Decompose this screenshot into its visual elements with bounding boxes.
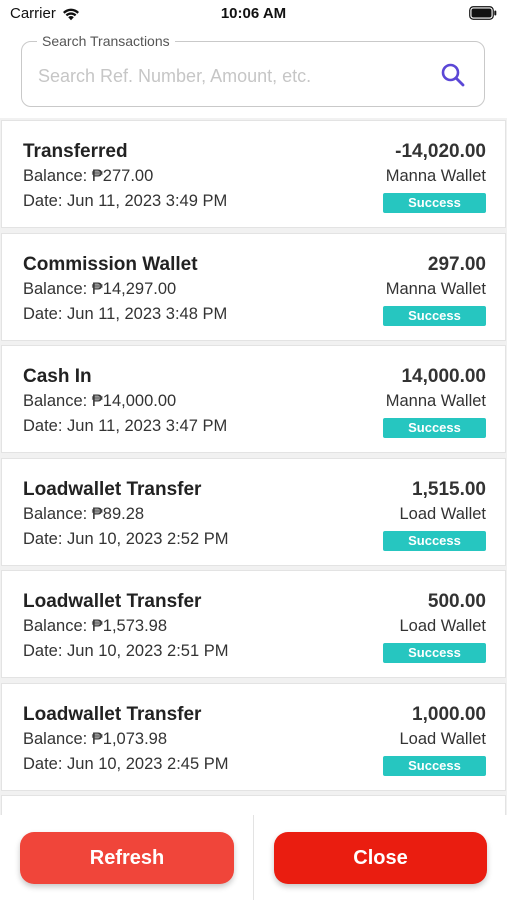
status-badge: Success <box>383 755 486 776</box>
transaction-amount: 297.00 <box>427 253 486 275</box>
transaction-amount: 500.00 <box>427 591 486 612</box>
transaction-date: Date: Jun 11, 2023 3:49 PM <box>23 192 228 210</box>
search-label: Search Transactions <box>37 33 175 49</box>
search-input[interactable] <box>36 60 430 92</box>
bottom-divider <box>253 815 254 900</box>
transaction-card[interactable]: Loadwallet Transfer Balance: ₱89.28 Date: … <box>1 457 506 566</box>
transaction-wallet: Load Wallet <box>399 504 486 523</box>
transaction-wallet: Manna Wallet <box>385 167 486 185</box>
search-field[interactable]: Search Transactions <box>21 33 485 107</box>
bottom-action-bar: Refresh Close <box>0 815 507 900</box>
transaction-date: Date: Jun 10, 2023 2:52 PM <box>23 529 229 548</box>
transaction-title: Cash In <box>23 366 92 387</box>
transaction-title: Loadwallet Transfer <box>23 478 202 500</box>
transaction-balance: Balance: ₱14,297.00 <box>23 279 177 298</box>
status-badge: Success <box>383 418 486 438</box>
transaction-amount: 1,000.00 <box>412 703 486 725</box>
transaction-wallet: Load Wallet <box>399 729 486 748</box>
transaction-wallet: Manna Wallet <box>385 392 486 410</box>
transaction-wallet: Manna Wallet <box>385 279 486 298</box>
transaction-card[interactable]: Loadwallet Transfer Balance: ₱1,573.98 Dat… <box>1 570 506 678</box>
transaction-card[interactable]: Cash In Balance: ₱14,000.00 Date: Jun 11, … <box>1 345 506 453</box>
transaction-title: Loadwallet Transfer <box>23 591 202 612</box>
transaction-list[interactable]: Transferred Balance: ₱277.00 Date: Jun 11,… <box>0 118 507 815</box>
close-button[interactable]: Close <box>274 832 487 884</box>
status-time: 10:06 AM <box>220 5 287 22</box>
status-badge: Success <box>383 643 486 663</box>
transaction-card[interactable]: Commission Wallet Balance: ₱14,297.00 Date… <box>1 232 506 341</box>
transaction-date: Date: Jun 11, 2023 3:48 PM <box>23 304 228 323</box>
status-badge: Success <box>383 305 486 326</box>
transaction-date: Date: Jun 10, 2023 2:51 PM <box>23 642 229 660</box>
transaction-balance: Balance: ₱1,573.98 <box>23 617 168 635</box>
battery-icon <box>469 6 497 20</box>
transaction-card[interactable]: Loadwallet Transfer Balance: ₱1,073.98 Dat… <box>1 682 506 791</box>
transaction-date: Date: Jun 10, 2023 2:45 PM <box>23 754 229 773</box>
transaction-balance: Balance: ₱1,073.98 <box>23 729 168 748</box>
transaction-balance: Balance: ₱277.00 <box>23 167 154 185</box>
transaction-wallet: Load Wallet <box>399 617 486 635</box>
transaction-balance: Balance: ₱14,000.00 <box>23 392 177 410</box>
transaction-title: Transferred <box>23 141 128 162</box>
transaction-title: Loadwallet Transfer <box>23 703 202 725</box>
transaction-amount: -14,020.00 <box>395 141 486 162</box>
transaction-amount: 1,515.00 <box>412 478 486 500</box>
transaction-date: Date: Jun 11, 2023 3:47 PM <box>23 417 228 435</box>
transaction-title: Commission Wallet <box>23 253 198 275</box>
status-bar: Carrier 10:06 AM <box>0 0 507 28</box>
refresh-button[interactable]: Refresh <box>20 832 234 884</box>
transaction-card[interactable] <box>1 795 506 815</box>
search-icon[interactable] <box>440 62 466 88</box>
transaction-card[interactable]: Transferred Balance: ₱277.00 Date: Jun 11,… <box>1 120 506 228</box>
transaction-amount: 14,000.00 <box>401 366 486 387</box>
screen: Carrier 10:06 AM Search Transactions Tra… <box>0 0 507 900</box>
status-badge: Success <box>383 530 486 551</box>
transaction-balance: Balance: ₱89.28 <box>23 504 145 523</box>
status-badge: Success <box>383 193 486 213</box>
